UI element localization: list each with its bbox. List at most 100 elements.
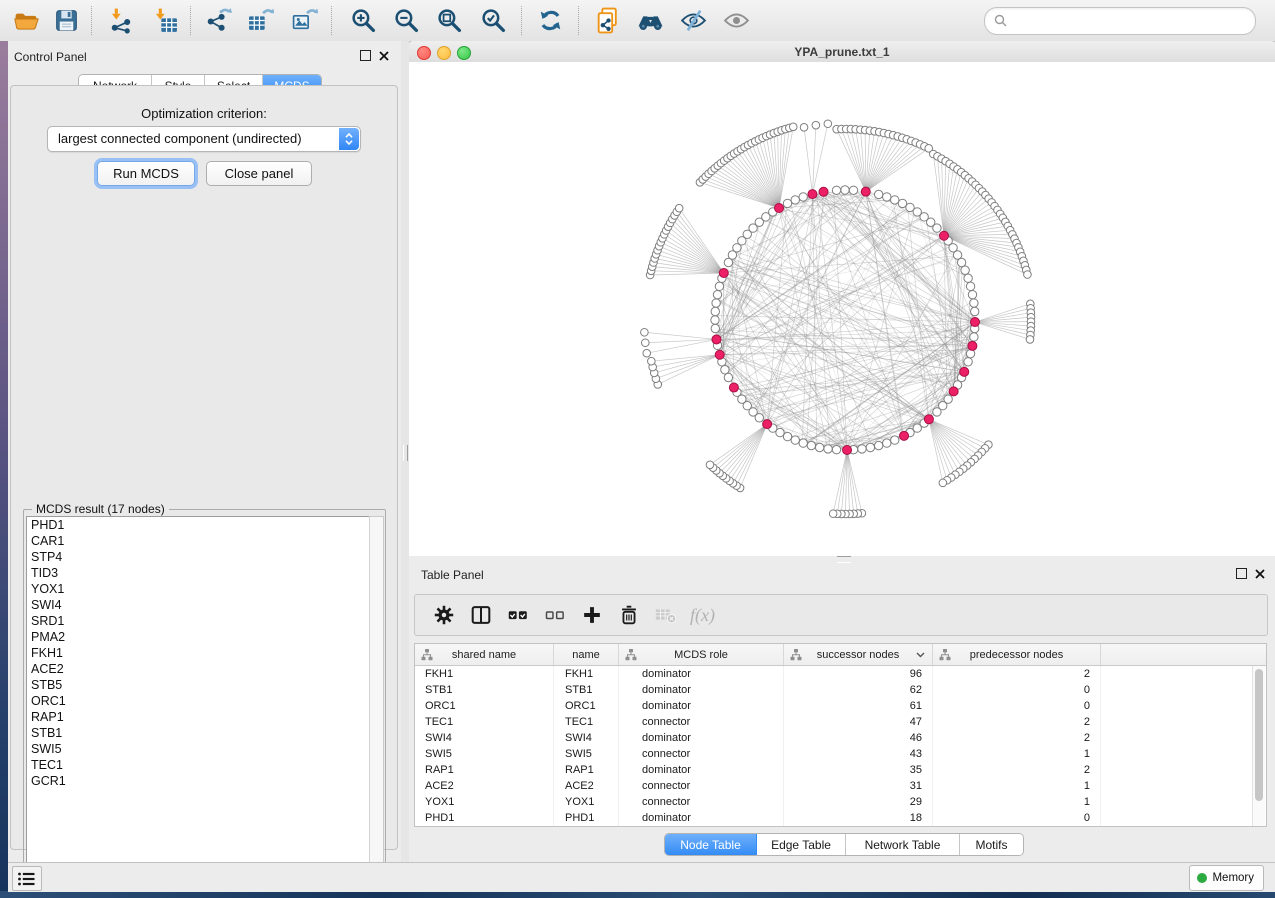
column-header-successor-nodes[interactable]: successor nodes (784, 644, 933, 665)
new-network-from-selection-icon[interactable] (590, 4, 624, 37)
column-header-predecessor-nodes[interactable]: predecessor nodes (933, 644, 1101, 665)
add-column-plus-icon[interactable] (577, 600, 607, 630)
table-cell: dominator (619, 762, 784, 778)
table-cell: dominator (619, 698, 784, 714)
mcds-list-scrollbar[interactable] (369, 516, 384, 880)
table-cell: 1 (933, 746, 1101, 762)
table-row[interactable]: TEC1TEC1connector472 (415, 714, 1266, 730)
mcds-result-item[interactable]: YOX1 (27, 581, 371, 597)
zoom-selected-icon[interactable] (476, 4, 510, 37)
mcds-result-item[interactable]: STB1 (27, 725, 371, 741)
select-all-checks-icon[interactable] (503, 600, 533, 630)
mcds-result-item[interactable]: RAP1 (27, 709, 371, 725)
apply-layout-icon[interactable] (533, 4, 567, 37)
table-settings-gear-icon[interactable] (429, 600, 459, 630)
mcds-result-item[interactable]: ORC1 (27, 693, 371, 709)
table-cell: STB1 (415, 682, 554, 698)
zoom-fit-icon[interactable] (432, 4, 466, 37)
export-network-icon[interactable] (201, 4, 235, 37)
list-icon (16, 869, 38, 889)
table-row[interactable]: YOX1YOX1connector291 (415, 794, 1266, 810)
table-cell: 2 (933, 762, 1101, 778)
close-panel-icon[interactable] (379, 51, 389, 61)
mcds-result-item[interactable]: TEC1 (27, 757, 371, 773)
deselect-all-checks-icon[interactable] (540, 600, 570, 630)
tab-motifs[interactable]: Motifs (960, 834, 1023, 855)
node-table: shared namenameMCDS rolesuccessor nodesp… (414, 643, 1267, 827)
mcds-result-item[interactable]: PMA2 (27, 629, 371, 645)
find-binoculars-icon[interactable] (633, 4, 667, 37)
mcds-result-item[interactable]: SRD1 (27, 613, 371, 629)
float-table-panel-icon[interactable] (1236, 568, 1247, 579)
table-cell: connector (619, 778, 784, 794)
mcds-result-item[interactable]: FKH1 (27, 645, 371, 661)
table-cell: 2 (933, 714, 1101, 730)
tab-node-table[interactable]: Node Table (665, 834, 757, 855)
float-panel-icon[interactable] (360, 50, 371, 61)
zoom-in-icon[interactable] (346, 4, 380, 37)
close-panel-button[interactable]: Close panel (206, 161, 312, 186)
network-graph-svg (409, 62, 1275, 556)
table-cell: 0 (933, 682, 1101, 698)
search-input[interactable] (1011, 9, 1247, 33)
tab-network-table[interactable]: Network Table (846, 834, 960, 855)
table-cell: TEC1 (415, 714, 554, 730)
table-row[interactable]: PHD1PHD1dominator180 (415, 810, 1266, 826)
mcds-result-item[interactable]: SWI4 (27, 597, 371, 613)
run-mcds-button[interactable]: Run MCDS (97, 161, 195, 186)
save-session-icon[interactable] (49, 4, 83, 37)
column-header-name[interactable]: name (554, 644, 619, 665)
splitter-handle[interactable] (403, 445, 408, 461)
export-image-icon[interactable] (287, 4, 321, 37)
column-header-mcds-role[interactable]: MCDS role (619, 644, 784, 665)
column-header-filler (1101, 644, 1266, 665)
mcds-result-item[interactable]: SWI5 (27, 741, 371, 757)
network-window-titlebar[interactable]: YPA_prune.txt_1 (409, 41, 1275, 63)
horizontal-splitter-handle[interactable] (837, 556, 851, 563)
delete-table-icon-disabled (651, 600, 681, 630)
mcds-result-item[interactable]: STB5 (27, 677, 371, 693)
mcds-result-item[interactable]: ACE2 (27, 661, 371, 677)
memory-button[interactable]: Memory (1189, 865, 1264, 891)
show-all-icon[interactable] (719, 4, 753, 37)
table-cell: 2 (933, 730, 1101, 746)
table-row[interactable]: FKH1FKH1dominator962 (415, 666, 1266, 682)
table-scrollbar[interactable] (1252, 666, 1265, 826)
mcds-result-title: MCDS result (17 nodes) (32, 502, 169, 516)
toolbar-separator (190, 6, 191, 35)
mcds-result-list[interactable]: PHD1CAR1STP4TID3YOX1SWI4SRD1PMA2FKH1ACE2… (26, 516, 372, 880)
table-cell: SWI4 (415, 730, 554, 746)
export-table-icon[interactable] (243, 4, 277, 37)
table-row[interactable]: STB1STB1dominator620 (415, 682, 1266, 698)
import-network-icon[interactable] (104, 4, 138, 37)
table-cell: dominator (619, 730, 784, 746)
column-header-shared-name[interactable]: shared name (415, 644, 554, 665)
table-row[interactable]: SWI4SWI4dominator462 (415, 730, 1266, 746)
mcds-result-item[interactable]: PHD1 (27, 517, 371, 533)
zoom-out-icon[interactable] (389, 4, 423, 37)
import-table-icon[interactable] (148, 4, 182, 37)
table-cell: ORC1 (415, 698, 554, 714)
open-file-icon[interactable] (9, 4, 43, 37)
split-columns-icon[interactable] (466, 600, 496, 630)
table-cell: 31 (784, 778, 933, 794)
table-cell: FKH1 (415, 666, 554, 682)
close-table-panel-icon[interactable] (1255, 569, 1265, 579)
mcds-result-item[interactable]: STP4 (27, 549, 371, 565)
hide-selected-icon[interactable] (676, 4, 710, 37)
mcds-result-item[interactable]: CAR1 (27, 533, 371, 549)
table-scrollbar-thumb[interactable] (1255, 669, 1263, 801)
task-history-button[interactable] (12, 866, 42, 891)
mcds-result-item[interactable]: GCR1 (27, 773, 371, 789)
network-canvas[interactable] (409, 62, 1275, 556)
mcds-result-item[interactable]: TID3 (27, 565, 371, 581)
table-row[interactable]: SWI5SWI5connector431 (415, 746, 1266, 762)
optimization-criterion-select[interactable]: largest connected component (undirected) (47, 126, 361, 152)
table-cell: TEC1 (554, 714, 619, 730)
table-row[interactable]: ACE2ACE2connector311 (415, 778, 1266, 794)
tab-edge-table[interactable]: Edge Table (757, 834, 846, 855)
table-cell: connector (619, 746, 784, 762)
delete-column-trash-icon[interactable] (614, 600, 644, 630)
table-row[interactable]: ORC1ORC1dominator610 (415, 698, 1266, 714)
table-row[interactable]: RAP1RAP1dominator352 (415, 762, 1266, 778)
